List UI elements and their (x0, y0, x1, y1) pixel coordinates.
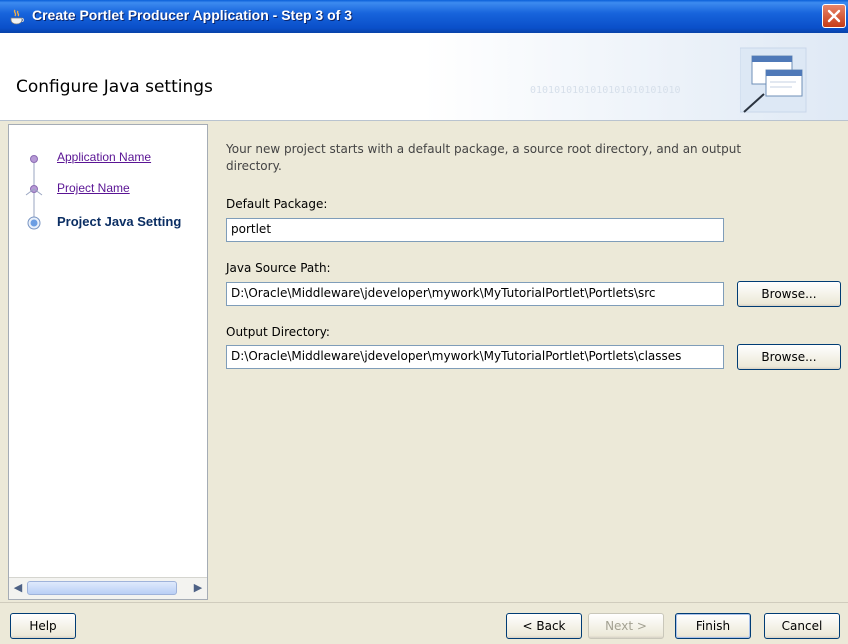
cancel-button[interactable]: Cancel (764, 613, 840, 639)
next-button[interactable]: Next > (588, 613, 664, 639)
default-package-label: Default Package: (226, 197, 328, 211)
java-source-path-label: Java Source Path: (226, 261, 331, 275)
settings-panel: Your new project starts with a default p… (210, 121, 848, 601)
footer-divider (0, 602, 848, 603)
jdeveloper-cup-icon (8, 8, 26, 26)
close-icon (827, 9, 841, 23)
step-visited-icon (30, 155, 38, 163)
java-source-path-input[interactable]: D:\Oracle\Middleware\jdeveloper\mywork\M… (226, 282, 724, 306)
nav-step-project-java-settings[interactable]: Project Java Setting (57, 214, 181, 229)
title-bar[interactable]: Create Portlet Producer Application - St… (0, 0, 848, 33)
back-button[interactable]: < Back (506, 613, 582, 639)
wizard-windows-icon (740, 47, 807, 113)
intro-text: Your new project starts with a default p… (226, 142, 742, 173)
nav-step-application-name[interactable]: Application Name (57, 150, 151, 164)
nav-horizontal-scrollbar[interactable]: ◀ ▶ (9, 577, 207, 599)
nav-step-project-name[interactable]: Project Name (57, 181, 130, 195)
steps-track (25, 155, 43, 230)
wizard-header: 0101010101010101010101010 Configure Java… (0, 33, 848, 121)
window-title: Create Portlet Producer Application - St… (32, 7, 352, 23)
output-directory-input[interactable]: D:\Oracle\Middleware\jdeveloper\mywork\M… (226, 345, 724, 369)
browse-source-button[interactable]: Browse... (737, 281, 841, 307)
output-directory-label: Output Directory: (226, 325, 330, 339)
page-title: Configure Java settings (16, 77, 213, 97)
scroll-left-icon[interactable]: ◀ (11, 581, 25, 595)
binary-decoration: 0101010101010101010101010 (530, 85, 681, 96)
browse-output-button[interactable]: Browse... (737, 344, 841, 370)
help-button[interactable]: Help (10, 613, 76, 639)
scroll-right-icon[interactable]: ▶ (191, 581, 205, 595)
scrollbar-thumb[interactable] (27, 581, 177, 595)
finish-button[interactable]: Finish (675, 613, 751, 639)
wizard-steps-panel: Application Name Project Name Project Ja… (8, 124, 208, 600)
close-button[interactable] (822, 4, 846, 28)
default-package-input[interactable]: portlet (226, 218, 724, 242)
